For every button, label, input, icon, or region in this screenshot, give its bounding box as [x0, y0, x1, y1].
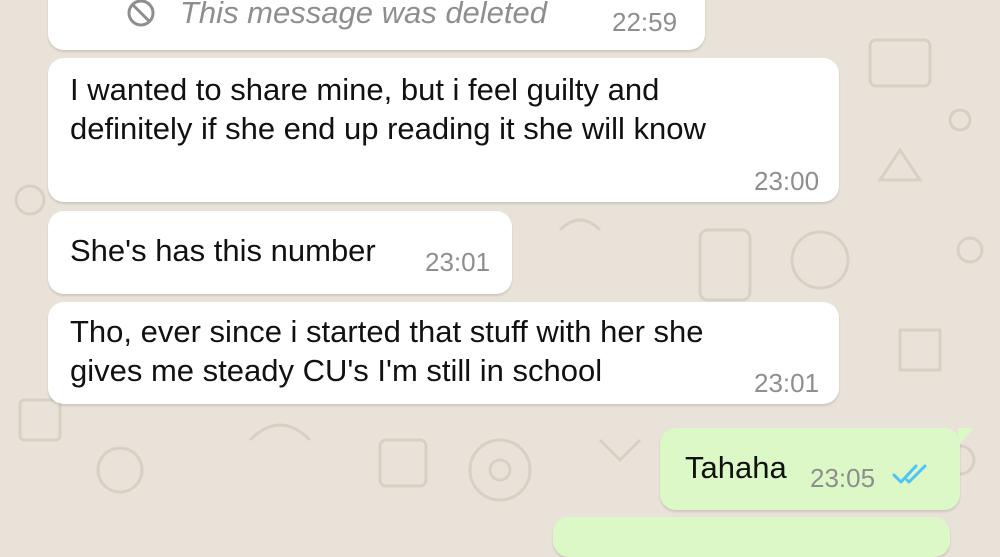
- message-text: I wanted to share mine, but i feel guilt…: [70, 70, 706, 148]
- block-icon: [127, 0, 155, 27]
- message-timestamp: 23:05: [810, 463, 876, 493]
- message-timestamp: 23:01: [754, 368, 820, 398]
- bubble-tail: [958, 428, 974, 446]
- message-bubble[interactable]: She's has this number 23:01: [48, 211, 512, 294]
- message-text: Tho, ever since i started that stuff wit…: [70, 312, 704, 390]
- message-text: She's has this number: [70, 233, 376, 268]
- message-line: Tho, ever since i started that stuff wit…: [70, 314, 704, 349]
- message-bubble-outgoing[interactable]: Tahaha 23:05: [660, 428, 974, 510]
- message-bubble-outgoing-partial[interactable]: [553, 517, 950, 557]
- message-timestamp: 22:59: [612, 7, 678, 37]
- message-bubble[interactable]: Tho, ever since i started that stuff wit…: [48, 302, 839, 404]
- message-timestamp: 23:00: [754, 166, 820, 196]
- message-bubble[interactable]: I wanted to share mine, but i feel guilt…: [48, 58, 839, 202]
- message-line: definitely if she end up reading it she …: [70, 111, 706, 146]
- message-bubble-deleted[interactable]: This message was deleted 22:59: [48, 0, 705, 50]
- message-line: gives me steady CU's I'm still in school: [70, 353, 603, 388]
- double-check-icon: [892, 464, 927, 484]
- message-text: Tahaha: [685, 450, 787, 485]
- message-line: I wanted to share mine, but i feel guilt…: [70, 72, 660, 107]
- deleted-message-text: This message was deleted: [180, 0, 548, 30]
- message-timestamp: 23:01: [425, 247, 491, 277]
